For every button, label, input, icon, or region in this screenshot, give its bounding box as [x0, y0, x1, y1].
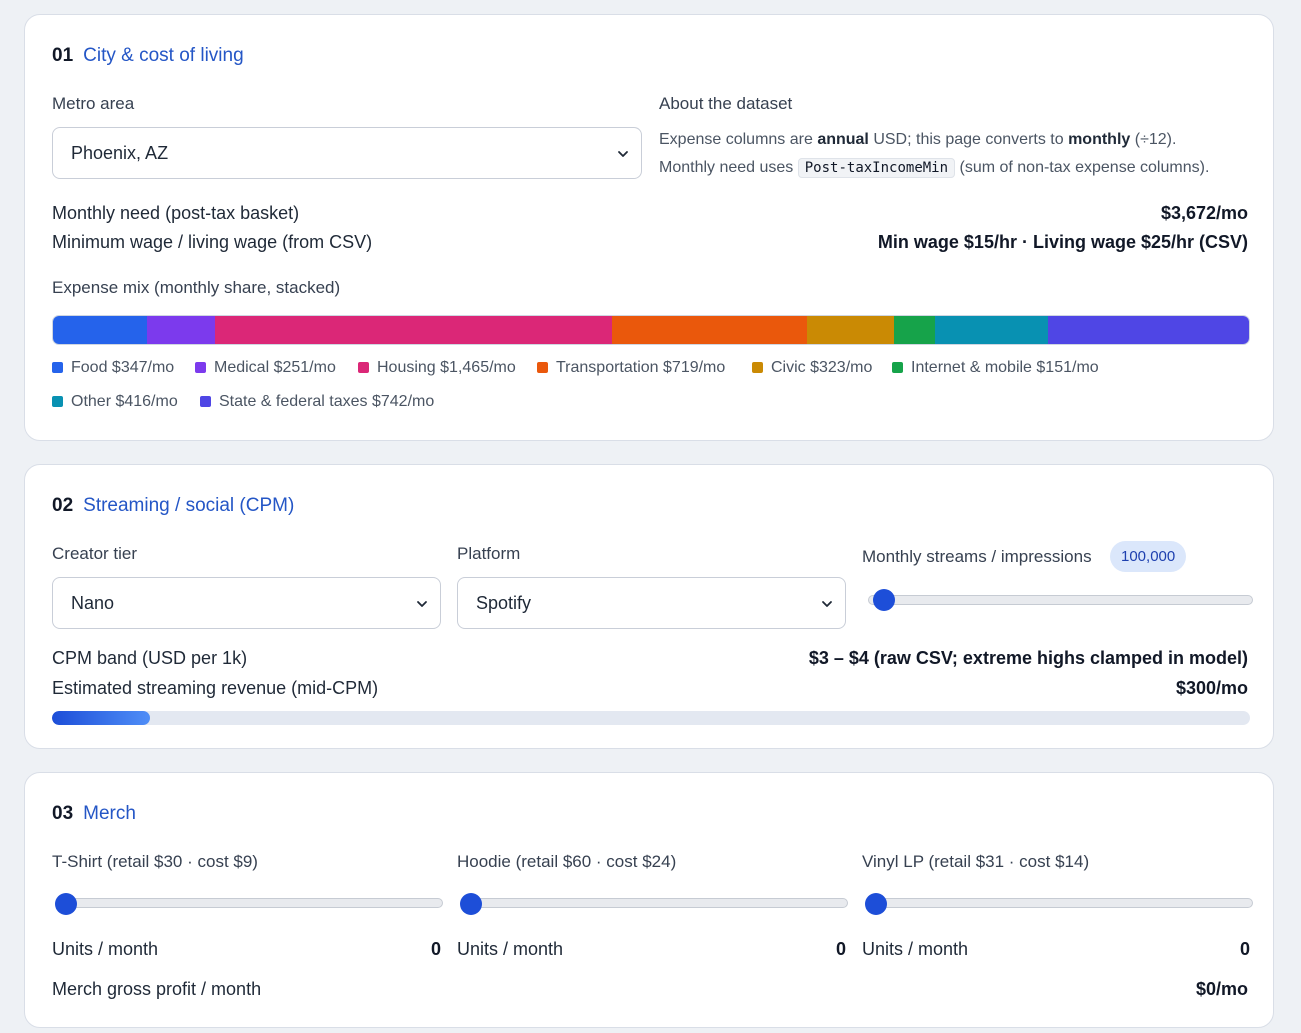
hoodie-slider-track[interactable] — [463, 898, 848, 908]
expense-stacked-bar — [52, 315, 1250, 345]
streaming-revenue-label: Estimated streaming revenue (mid-CPM) — [52, 678, 379, 698]
legend-label: Housing $1,465/mo — [377, 359, 516, 376]
hoodie-slider-thumb[interactable] — [460, 893, 482, 915]
streams-value-badge: 100,000 — [1110, 541, 1187, 572]
cpm-band-label: CPM band (USD per 1k) — [52, 648, 248, 668]
creator-tier-select[interactable]: Nano — [52, 577, 441, 629]
monthly-need-label: Monthly need (post-tax basket) — [52, 203, 300, 223]
legend-label: Civic $323/mo — [771, 359, 873, 376]
streams-slider-track[interactable] — [868, 595, 1253, 605]
section-title: 01 City & cost of living — [52, 45, 244, 67]
metro-area-label: Metro area — [52, 94, 135, 113]
expense-segment-food — [53, 316, 148, 344]
section-number: 03 — [52, 803, 74, 824]
chevron-down-icon — [618, 151, 628, 157]
expense-segment-housing — [215, 316, 612, 344]
legend-swatch — [195, 362, 206, 373]
streams-label: Monthly streams / impressions — [862, 547, 1092, 566]
legend-label: Internet & mobile $151/mo — [911, 359, 1099, 376]
legend-item: Civic $323/mo — [752, 359, 872, 377]
legend-item: State & federal taxes $742/mo — [200, 393, 434, 411]
code-snippet: Post-taxIncomeMin — [797, 158, 956, 178]
section-title: 03 Merch — [52, 803, 136, 825]
tshirt-slider-thumb[interactable] — [55, 893, 77, 915]
units-label: Units / month — [52, 939, 159, 959]
expense-segment-state-federal-taxes — [1047, 316, 1249, 344]
cpm-band-value: $3 – $4 (raw CSV; extreme highs clamped … — [808, 648, 1248, 668]
legend-item: Medical $251/mo — [195, 359, 336, 377]
metro-area-select[interactable]: Phoenix, AZ — [52, 127, 642, 179]
section-number: 02 — [52, 495, 74, 516]
units-label: Units / month — [862, 939, 969, 959]
units-label: Units / month — [457, 939, 564, 959]
section-label: Streaming / social (CPM) — [83, 495, 295, 516]
legend-label: Other $416/mo — [71, 393, 178, 410]
merch-item-label: Vinyl LP (retail $31 · cost $14) — [862, 852, 1090, 871]
legend-swatch — [358, 362, 369, 373]
about-line-2: Monthly need uses Post-taxIncomeMin (sum… — [659, 158, 1210, 178]
units-value: 0 — [835, 939, 846, 959]
units-value: 0 — [1239, 939, 1250, 959]
legend-item: Food $347/mo — [52, 359, 174, 377]
merch-item-label: Hoodie (retail $60 · cost $24) — [457, 852, 677, 871]
section-number: 01 — [52, 45, 74, 66]
legend-swatch — [537, 362, 548, 373]
streaming-revenue-value: $300/mo — [1175, 678, 1248, 698]
about-line-1: Expense columns are annual USD; this pag… — [659, 131, 1177, 148]
legend-swatch — [892, 362, 903, 373]
expense-segment-transportation — [611, 316, 807, 344]
vinyl-slider-track[interactable] — [868, 898, 1253, 908]
wage-value: Min wage $15/hr · Living wage $25/hr (CS… — [877, 232, 1248, 252]
about-dataset-label: About the dataset — [659, 94, 793, 113]
expense-segment-medical — [147, 316, 216, 344]
streaming-revenue-bar — [52, 711, 1250, 725]
streaming-revenue-fill — [52, 711, 151, 725]
wage-label: Minimum wage / living wage (from CSV) — [52, 232, 373, 252]
expense-segment-internet-mobile — [894, 316, 936, 344]
chevron-down-icon — [822, 601, 832, 607]
section-label: City & cost of living — [83, 45, 244, 66]
vinyl-slider-thumb[interactable] — [865, 893, 887, 915]
units-value: 0 — [430, 939, 441, 959]
legend-label: Medical $251/mo — [214, 359, 336, 376]
platform-value: Spotify — [476, 593, 532, 613]
legend-item: Transportation $719/mo — [537, 359, 725, 377]
merch-profit-label: Merch gross profit / month — [52, 979, 262, 999]
section-label: Merch — [83, 803, 136, 824]
merch-item-label: T-Shirt (retail $30 · cost $9) — [52, 852, 258, 871]
platform-label: Platform — [457, 544, 521, 563]
tshirt-slider-track[interactable] — [58, 898, 443, 908]
city-cost-card: 01 City & cost of living Metro area Phoen… — [24, 14, 1274, 441]
expense-segment-civic — [806, 316, 895, 344]
streaming-card: 02 Streaming / social (CPM) Creator tier … — [24, 464, 1274, 749]
streams-slider-thumb[interactable] — [872, 589, 895, 611]
legend-item: Other $416/mo — [52, 393, 178, 411]
legend-label: Food $347/mo — [71, 359, 175, 376]
monthly-need-value: $3,672/mo — [1160, 203, 1248, 223]
legend-swatch — [200, 396, 211, 407]
creator-tier-label: Creator tier — [52, 544, 138, 563]
expense-segment-other — [935, 316, 1048, 344]
section-title: 02 Streaming / social (CPM) — [52, 495, 294, 517]
chevron-down-icon — [417, 601, 427, 607]
expense-mix-label: Expense mix (monthly share, stacked) — [52, 278, 341, 297]
legend-label: State & federal taxes $742/mo — [219, 393, 435, 410]
legend-swatch — [752, 362, 763, 373]
legend-item: Housing $1,465/mo — [358, 359, 516, 377]
about-dataset-text: Expense columns are annual USD; this pag… — [659, 126, 1259, 182]
legend-item: Internet & mobile $151/mo — [892, 359, 1099, 377]
legend-swatch — [52, 362, 63, 373]
legend-label: Transportation $719/mo — [556, 359, 726, 376]
platform-select[interactable]: Spotify — [457, 577, 846, 629]
merch-card: 03 Merch T-Shirt (retail $30 · cost $9) U… — [24, 772, 1274, 1028]
metro-area-value: Phoenix, AZ — [71, 143, 169, 163]
creator-tier-value: Nano — [71, 593, 115, 613]
legend-swatch — [52, 396, 63, 407]
merch-profit-value: $0/mo — [1195, 979, 1248, 999]
